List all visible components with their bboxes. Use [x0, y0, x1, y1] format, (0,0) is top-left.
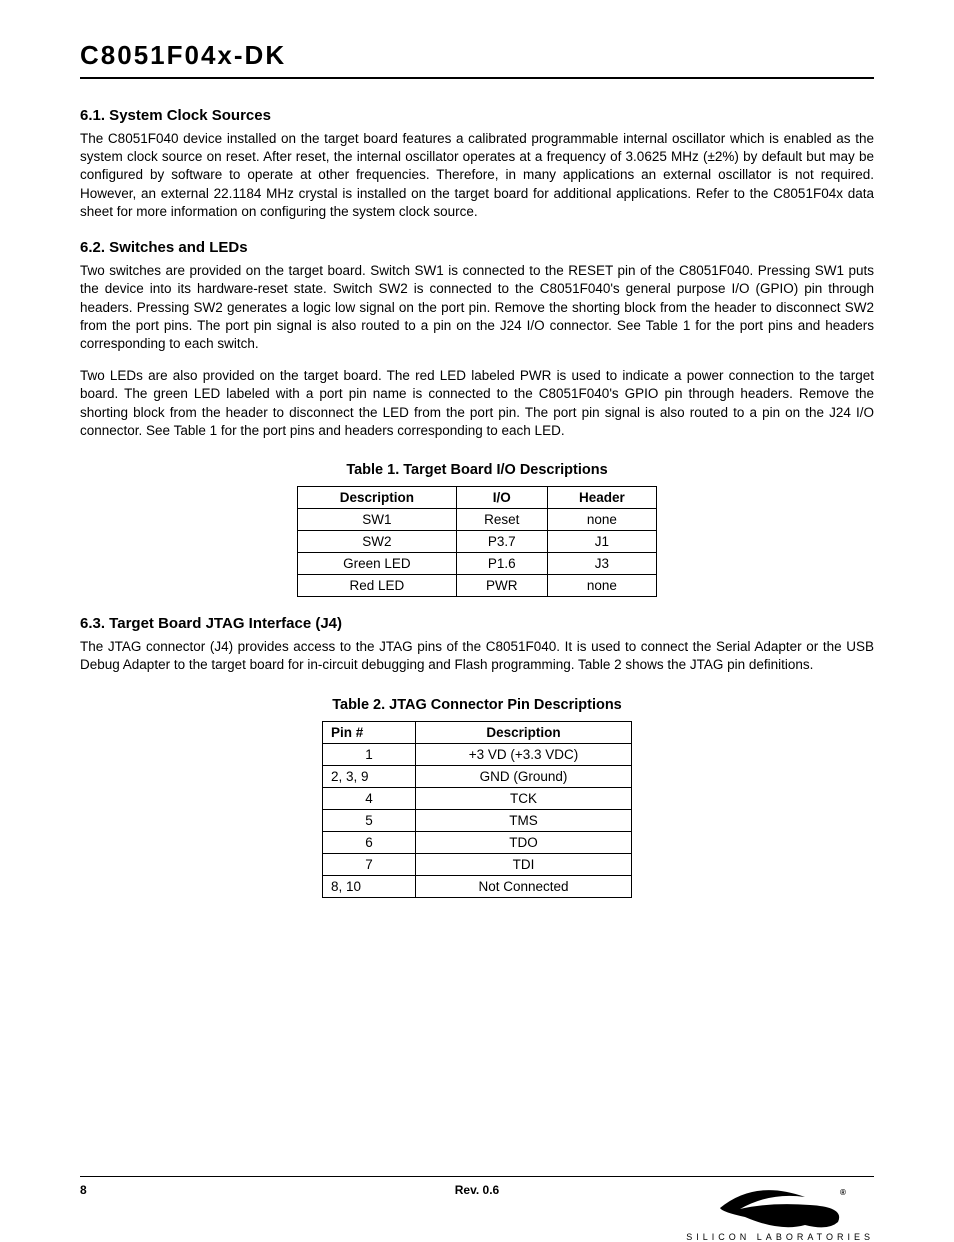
- td: J1: [547, 531, 656, 553]
- paragraph: Two switches are provided on the target …: [80, 262, 874, 353]
- td: 8, 10: [323, 875, 416, 897]
- table-row: 4 TCK: [323, 787, 632, 809]
- td: PWR: [456, 575, 547, 597]
- td: SW1: [298, 509, 457, 531]
- table-row: 6 TDO: [323, 831, 632, 853]
- td: Not Connected: [416, 875, 632, 897]
- table2-caption: Table 2. JTAG Connector Pin Descriptions: [80, 697, 874, 713]
- td: GND (Ground): [416, 765, 632, 787]
- page-footer: 8 Rev. 0.6 ® SILICON LABORATORIES: [80, 1176, 874, 1197]
- th: Description: [298, 487, 457, 509]
- table2: Pin # Description 1 +3 VD (+3.3 VDC) 2, …: [322, 721, 632, 898]
- td: Green LED: [298, 553, 457, 575]
- td: 1: [323, 743, 416, 765]
- table-row: 2, 3, 9 GND (Ground): [323, 765, 632, 787]
- table-header-row: Pin # Description: [323, 721, 632, 743]
- td: TDO: [416, 831, 632, 853]
- td: P3.7: [456, 531, 547, 553]
- td: TMS: [416, 809, 632, 831]
- td: TDI: [416, 853, 632, 875]
- paragraph: The JTAG connector (J4) provides access …: [80, 638, 874, 674]
- td: none: [547, 575, 656, 597]
- revision: Rev. 0.6: [455, 1183, 499, 1197]
- td: 2, 3, 9: [323, 765, 416, 787]
- table1-caption: Table 1. Target Board I/O Descriptions: [80, 462, 874, 478]
- th: Description: [416, 721, 632, 743]
- td: Reset: [456, 509, 547, 531]
- td: Red LED: [298, 575, 457, 597]
- silicon-labs-logo-icon: ®: [710, 1187, 850, 1229]
- td: P1.6: [456, 553, 547, 575]
- td: SW2: [298, 531, 457, 553]
- td: 4: [323, 787, 416, 809]
- company-name: SILICON LABORATORIES: [686, 1232, 874, 1242]
- td: TCK: [416, 787, 632, 809]
- paragraph: The C8051F040 device installed on the ta…: [80, 130, 874, 221]
- td: none: [547, 509, 656, 531]
- svg-text:®: ®: [840, 1188, 846, 1197]
- table-row: 7 TDI: [323, 853, 632, 875]
- section-heading-6-3: 6.3. Target Board JTAG Interface (J4): [80, 615, 874, 632]
- th: Pin #: [323, 721, 416, 743]
- table-row: 5 TMS: [323, 809, 632, 831]
- table-row: 1 +3 VD (+3.3 VDC): [323, 743, 632, 765]
- table-row: Red LED PWR none: [298, 575, 657, 597]
- document-title: C8051F04x-DK: [80, 40, 874, 79]
- th: I/O: [456, 487, 547, 509]
- section-heading-6-2: 6.2. Switches and LEDs: [80, 239, 874, 256]
- td: 6: [323, 831, 416, 853]
- page-number: 8: [80, 1183, 87, 1197]
- table1: Description I/O Header SW1 Reset none SW…: [297, 486, 657, 597]
- paragraph: Two LEDs are also provided on the target…: [80, 367, 874, 440]
- company-logo: ® SILICON LABORATORIES: [686, 1187, 874, 1242]
- table-row: Green LED P1.6 J3: [298, 553, 657, 575]
- table-row: SW2 P3.7 J1: [298, 531, 657, 553]
- td: 7: [323, 853, 416, 875]
- td: 5: [323, 809, 416, 831]
- table-row: 8, 10 Not Connected: [323, 875, 632, 897]
- section-heading-6-1: 6.1. System Clock Sources: [80, 107, 874, 124]
- table-row: SW1 Reset none: [298, 509, 657, 531]
- th: Header: [547, 487, 656, 509]
- td: +3 VD (+3.3 VDC): [416, 743, 632, 765]
- table-header-row: Description I/O Header: [298, 487, 657, 509]
- td: J3: [547, 553, 656, 575]
